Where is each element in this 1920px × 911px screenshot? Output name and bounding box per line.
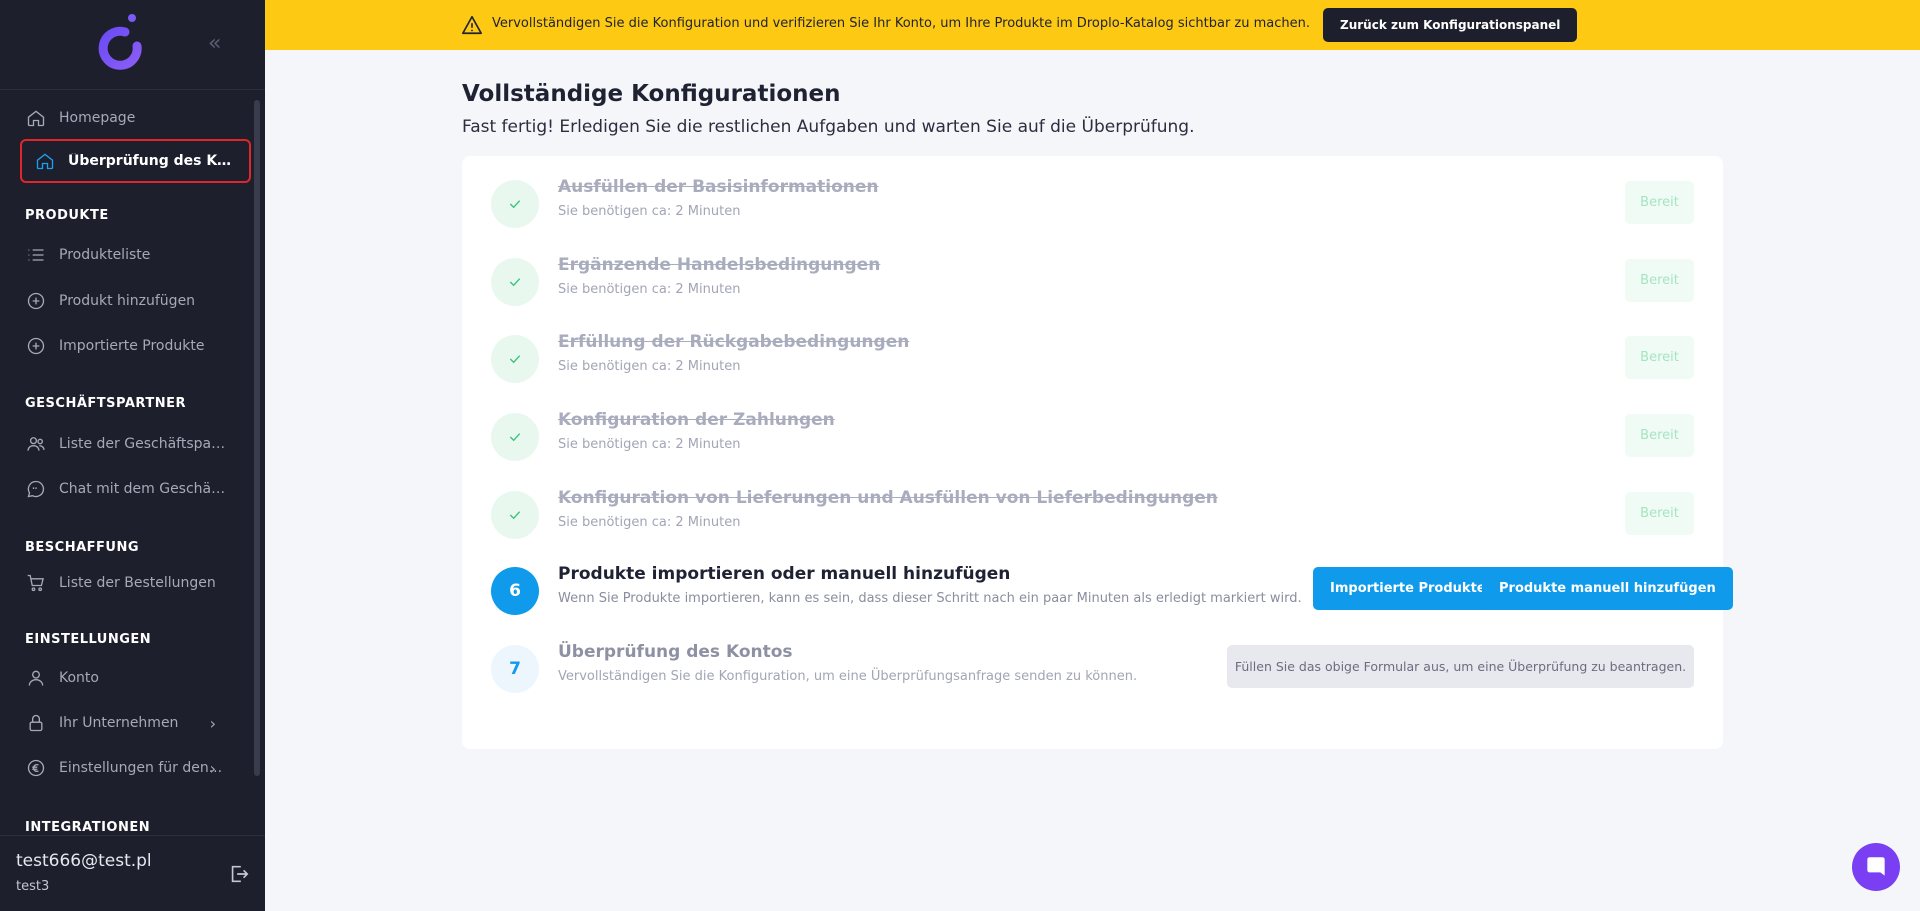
add-products-manually-button[interactable]: Produkte manuell hinzufügen <box>1482 567 1733 610</box>
sidebar-item-settings-for[interactable]: Einstellungen für den... › <box>0 748 252 788</box>
step-title: Überprüfung des Kontos <box>558 642 793 662</box>
sidebar-item-label: Homepage <box>59 110 136 126</box>
double-chevron-left-icon[interactable]: « <box>208 33 221 55</box>
verification-info-box: Füllen Sie das obige Formular aus, um ei… <box>1227 645 1694 688</box>
logo-area: « <box>0 0 265 90</box>
step-item: Konfiguration von Lieferungen und Ausfül… <box>491 485 1694 545</box>
user-icon <box>25 667 47 689</box>
user-name: test3 <box>16 879 50 894</box>
step-item: Konfiguration der Zahlungen Sie benötige… <box>491 407 1694 467</box>
sidebar-item-add-product[interactable]: Produkt hinzufügen <box>0 281 252 321</box>
chevron-right-icon: › <box>209 758 216 778</box>
section-title-products: PRODUKTE <box>25 208 109 223</box>
chat-icon <box>1867 857 1885 876</box>
check-icon <box>491 491 539 539</box>
ready-button[interactable]: Bereit <box>1625 492 1694 535</box>
lock-icon <box>25 712 47 734</box>
sidebar-item-product-list[interactable]: Produkteliste <box>0 235 252 275</box>
step-desc: Sie benötigen ca: 2 Minuten <box>558 359 741 374</box>
sidebar-item-company[interactable]: Ihr Unternehmen › <box>0 703 252 743</box>
logout-icon[interactable] <box>228 863 250 885</box>
step-desc: Sie benötigen ca: 2 Minuten <box>558 282 741 297</box>
ready-button[interactable]: Bereit <box>1625 181 1694 224</box>
list-icon <box>25 244 47 266</box>
sidebar-item-label: Produkt hinzufügen <box>59 293 196 309</box>
check-icon <box>491 258 539 306</box>
check-icon <box>491 335 539 383</box>
imported-products-button[interactable]: Importierte Produkte <box>1313 567 1503 610</box>
warning-icon <box>462 15 482 35</box>
droplo-logo[interactable] <box>96 12 146 78</box>
ready-button[interactable]: Bereit <box>1625 336 1694 379</box>
sidebar-item-homepage[interactable]: Homepage <box>0 98 252 138</box>
step-title: Konfiguration der Zahlungen <box>558 410 835 430</box>
step-item: Ausfüllen der Basisinformationen Sie ben… <box>491 174 1694 234</box>
step-title: Produkte importieren oder manuell hinzuf… <box>558 564 1011 584</box>
sidebar-item-label: Produkteliste <box>59 247 151 263</box>
plus-circle-icon <box>25 290 47 312</box>
sidebar-item-orders[interactable]: Liste der Bestellungen <box>0 563 252 603</box>
check-icon <box>491 180 539 228</box>
home-icon <box>25 107 47 129</box>
sidebar-item-label: Liste der Geschäftspartn... <box>59 436 227 452</box>
steps-card: Ausfüllen der Basisinformationen Sie ben… <box>462 156 1733 749</box>
chevron-right-icon: › <box>209 713 216 733</box>
step-item: Ergänzende Handelsbedingungen Sie benöti… <box>491 252 1694 312</box>
step-desc: Sie benötigen ca: 2 Minuten <box>558 437 741 452</box>
sidebar-item-label: Konto <box>59 670 99 686</box>
step-number: 6 <box>491 567 539 615</box>
sidebar-item-label: Importierte Produkte <box>59 338 205 354</box>
sidebar: « Homepage Überprüfung des Kontos PRODUK… <box>0 0 265 911</box>
sidebar-item-partner-list[interactable]: Liste der Geschäftspartn... <box>0 424 252 464</box>
step-item-pending: 7 Überprüfung des Kontos Vervollständige… <box>491 639 1694 699</box>
step-item: Erfüllung der Rückgabebedingungen Sie be… <box>491 329 1694 389</box>
sidebar-item-label: Liste der Bestellungen <box>59 575 216 591</box>
step-desc: Vervollständigen Sie die Konfiguration, … <box>558 669 1138 684</box>
ready-button[interactable]: Bereit <box>1625 414 1694 457</box>
chat-quote-icon <box>25 478 47 500</box>
sidebar-scrollbar[interactable] <box>254 100 260 776</box>
back-to-config-panel-button[interactable]: Zurück zum Konfigurationspanel <box>1323 8 1578 42</box>
step-desc: Wenn Sie Produkte importieren, kann es s… <box>558 591 1302 606</box>
step-title: Ergänzende Handelsbedingungen <box>558 255 881 275</box>
section-title-procurement: BESCHAFFUNG <box>25 540 140 555</box>
sidebar-item-account[interactable]: Konto <box>0 658 252 698</box>
step-title: Erfüllung der Rückgabebedingungen <box>558 332 910 352</box>
page-title: Vollständige Konfigurationen <box>462 81 841 107</box>
section-title-partners: GESCHÄFTSPARTNER <box>25 396 186 411</box>
sidebar-item-label: Einstellungen für den... <box>59 760 223 776</box>
step-title: Ausfüllen der Basisinformationen <box>558 177 879 197</box>
page-subtitle: Fast fertig! Erledigen Sie die restliche… <box>462 117 1195 137</box>
sidebar-item-account-verification[interactable]: Überprüfung des Kontos <box>20 139 251 183</box>
step-desc: Sie benötigen ca: 2 Minuten <box>558 204 741 219</box>
banner-text: Vervollständigen Sie die Konfiguration u… <box>492 16 1311 31</box>
step-title: Konfiguration von Lieferungen und Ausfül… <box>558 488 1218 508</box>
ready-button[interactable]: Bereit <box>1625 259 1694 302</box>
sidebar-item-partner-chat[interactable]: Chat mit dem Geschäfts... <box>0 469 252 509</box>
user-email: test666@test.pl <box>16 851 152 871</box>
sidebar-item-label: Chat mit dem Geschäfts... <box>59 481 227 497</box>
check-icon <box>491 413 539 461</box>
cart-icon <box>25 572 47 594</box>
step-desc: Sie benötigen ca: 2 Minuten <box>558 515 741 530</box>
plus-circle-icon <box>25 335 47 357</box>
home-icon <box>34 150 56 172</box>
sidebar-item-label: Überprüfung des Kontos <box>68 153 236 169</box>
config-warning-banner: Vervollständigen Sie die Konfiguration u… <box>265 0 1920 50</box>
users-icon <box>25 433 47 455</box>
euro-icon <box>25 757 47 779</box>
step-item-current: 6 Produkte importieren oder manuell hinz… <box>491 561 1733 621</box>
section-title-settings: EINSTELLUNGEN <box>25 632 152 647</box>
section-title-integrations: INTEGRATIONEN <box>25 820 151 833</box>
step-number: 7 <box>491 645 539 693</box>
sidebar-item-imported-products[interactable]: Importierte Produkte <box>0 326 252 366</box>
chat-widget-button[interactable] <box>1852 843 1900 891</box>
sidebar-nav: Homepage Überprüfung des Kontos PRODUKTE… <box>0 98 252 833</box>
user-area: test666@test.pl test3 <box>0 835 265 911</box>
sidebar-item-label: Ihr Unternehmen <box>59 715 179 731</box>
